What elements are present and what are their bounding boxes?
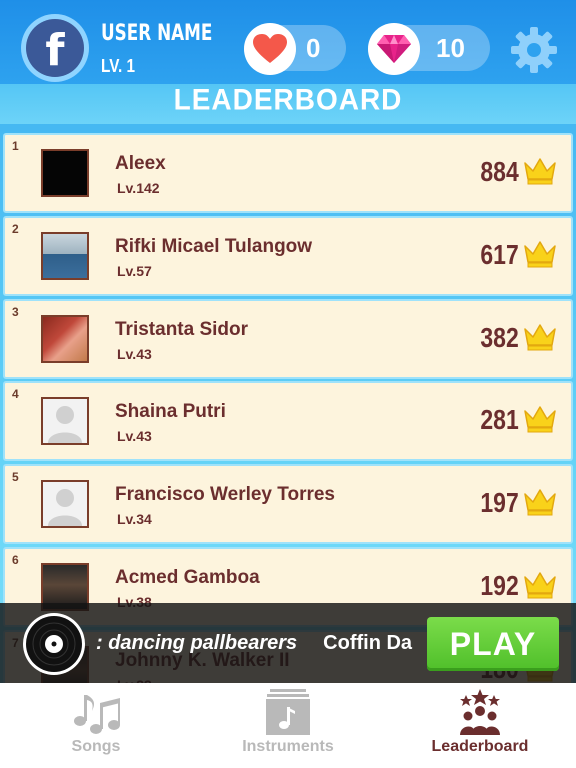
song-title: : dancing pallbearers — [96, 632, 298, 654]
gems-count: 10 — [436, 33, 465, 63]
play-button[interactable]: PLAY — [427, 617, 559, 671]
crown-icon — [523, 240, 557, 268]
rank-number: 6 — [12, 553, 19, 567]
rank-number: 1 — [12, 139, 19, 153]
bottom-nav: Songs Instruments Leaderboard — [0, 683, 576, 768]
nav-songs-label: Songs — [71, 738, 121, 755]
page-title: LEADERBOARD — [173, 83, 403, 116]
facebook-glyph: f — [45, 25, 65, 76]
player-name: Acmed Gamboa — [115, 567, 260, 588]
player-name: Shaina Putri — [115, 401, 226, 423]
leaderboard-row[interactable]: 4 Shaina Putri Lv.43 281 — [3, 381, 573, 462]
player-level: Lv.43 — [117, 428, 152, 445]
crown-icon — [523, 405, 557, 433]
player-score: 192 — [480, 570, 519, 601]
avatar — [41, 149, 89, 197]
leaderboard-row[interactable]: 1 Aleex Lv.142 884 — [3, 133, 573, 213]
facebook-avatar-button[interactable]: f — [21, 14, 89, 82]
crown-icon — [523, 323, 557, 351]
player-name: Rifki Micael Tulangow — [115, 235, 313, 257]
vinyl-disc-icon — [22, 612, 86, 676]
crown-icon — [523, 571, 557, 599]
player-level: Lv.57 — [117, 262, 152, 279]
avatar — [41, 397, 89, 446]
crown-icon — [523, 488, 557, 516]
nav-leaderboard-label: Leaderboard — [431, 738, 529, 755]
player-level: Lv.142 — [117, 180, 160, 196]
avatar — [41, 314, 89, 363]
player-name: Tristanta Sidor — [115, 318, 249, 340]
instruments-icon — [264, 689, 312, 737]
nav-instruments[interactable]: Instruments — [192, 683, 384, 768]
song-title-marquee: : dancing pallbearers Coffin Da — [96, 632, 416, 658]
avatar — [41, 231, 89, 280]
nav-leaderboard[interactable]: Leaderboard — [384, 683, 576, 768]
rank-number: 2 — [12, 221, 19, 236]
nav-instruments-label: Instruments — [242, 738, 334, 755]
player-score: 382 — [480, 321, 519, 353]
music-notes-icon — [72, 689, 120, 737]
gear-icon[interactable] — [510, 26, 558, 74]
rank-number: 5 — [12, 470, 19, 485]
default-user-icon — [48, 406, 82, 444]
user-name: USER NAME — [101, 21, 213, 46]
player-level: Lv.43 — [117, 345, 152, 362]
leaderboard-icon — [456, 689, 504, 737]
player-level: Lv.34 — [117, 511, 152, 528]
gem-icon — [368, 23, 420, 75]
leaderboard-list[interactable]: 1 Aleex Lv.142 884 2 Rifki Micael Tulangow Lv.… — [0, 130, 576, 683]
player-name: Aleex — [115, 153, 166, 174]
player-score: 884 — [480, 156, 519, 187]
now-playing-bar: : dancing pallbearers Coffin Da PLAY — [0, 603, 576, 683]
player-score: 197 — [480, 487, 519, 519]
facebook-icon: f — [26, 19, 84, 77]
default-user-icon — [48, 489, 82, 527]
player-score: 617 — [480, 238, 519, 270]
hearts-count: 0 — [306, 33, 321, 63]
player-name: Francisco Werley Torres — [115, 484, 336, 506]
gems-counter[interactable]: 10 — [368, 23, 490, 75]
rank-number: 4 — [12, 387, 19, 402]
leaderboard-row[interactable]: 5 Francisco Werley Torres Lv.34 197 — [3, 464, 573, 545]
rank-number: 3 — [12, 304, 19, 319]
player-score: 281 — [480, 404, 519, 436]
leaderboard-row[interactable]: 3 Tristanta Sidor Lv.43 382 — [3, 298, 573, 379]
heart-icon — [244, 23, 296, 75]
song-title-next: Coffin Da — [323, 632, 413, 654]
crown-icon — [523, 157, 557, 185]
leaderboard-row[interactable]: 2 Rifki Micael Tulangow Lv.57 617 — [3, 215, 573, 296]
top-bar: f USER NAME LV. 1 0 10 — [0, 0, 576, 84]
nav-songs[interactable]: Songs — [0, 683, 192, 768]
user-level: LV. 1 — [101, 56, 136, 76]
hearts-counter[interactable]: 0 — [244, 23, 346, 75]
avatar — [41, 480, 89, 529]
